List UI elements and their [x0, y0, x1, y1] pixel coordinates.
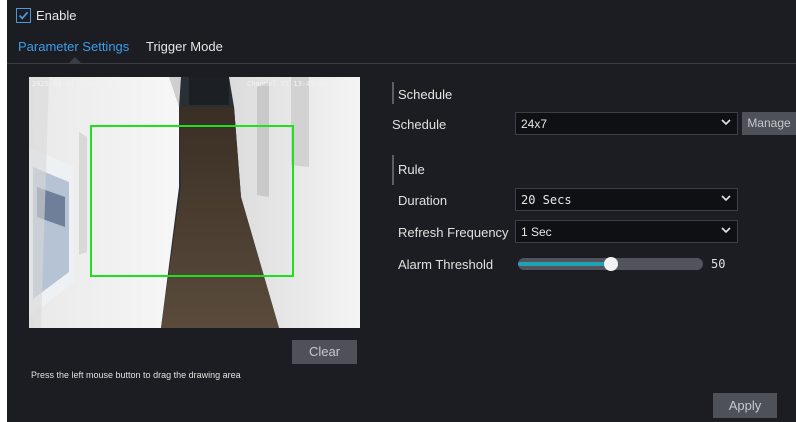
slider-handle[interactable]	[604, 257, 618, 271]
section-marker	[392, 155, 394, 185]
schedule-value: 24x7	[521, 117, 548, 131]
section-marker	[392, 82, 394, 104]
manage-button[interactable]: Manage	[742, 112, 796, 135]
duration-select[interactable]: 20 Secs	[515, 188, 738, 211]
drag-hint-text: Press the left mouse button to drag the …	[31, 370, 241, 380]
chevron-down-icon	[721, 227, 731, 234]
alarm-threshold-slider[interactable]	[518, 257, 703, 271]
tab-parameter-settings[interactable]: Parameter Settings	[18, 39, 129, 55]
chevron-down-icon	[721, 119, 731, 126]
tab-divider	[7, 63, 796, 64]
clear-button[interactable]: Clear	[292, 340, 357, 364]
refresh-frequency-label: Refresh Frequency	[398, 225, 509, 240]
apply-button[interactable]: Apply	[713, 393, 777, 418]
schedule-select[interactable]: 24x7	[515, 112, 738, 135]
refresh-frequency-value: 1 Sec	[521, 225, 552, 239]
motion-detection-panel: Enable Parameter Settings Trigger Mode 2…	[7, 0, 796, 422]
enable-checkbox[interactable]	[16, 8, 31, 23]
osd-timestamp-right: Channel 01 13:45:00	[247, 80, 328, 88]
enable-label: Enable	[36, 8, 77, 23]
duration-value: 20 Secs	[521, 193, 572, 207]
osd-timestamp-left: 2025-01-01 (Tue) 13:45	[32, 80, 125, 88]
detection-area-box[interactable]	[90, 125, 294, 277]
duration-label: Duration	[398, 193, 448, 208]
schedule-section-title: Schedule	[398, 87, 453, 102]
refresh-frequency-select[interactable]: 1 Sec	[515, 220, 738, 243]
chevron-down-icon	[721, 195, 731, 202]
rule-section-title: Rule	[398, 162, 425, 177]
slider-fill	[518, 262, 610, 266]
checkmark-icon	[18, 11, 29, 20]
tab-trigger-mode[interactable]: Trigger Mode	[146, 39, 223, 55]
active-tab-indicator	[69, 57, 81, 63]
schedule-label: Schedule	[392, 117, 447, 132]
camera-preview[interactable]: 2025-01-01 (Tue) 13:45 Channel 01 13:45:…	[29, 77, 360, 328]
alarm-threshold-value: 50	[711, 257, 726, 271]
alarm-threshold-label: Alarm Threshold	[398, 257, 494, 272]
